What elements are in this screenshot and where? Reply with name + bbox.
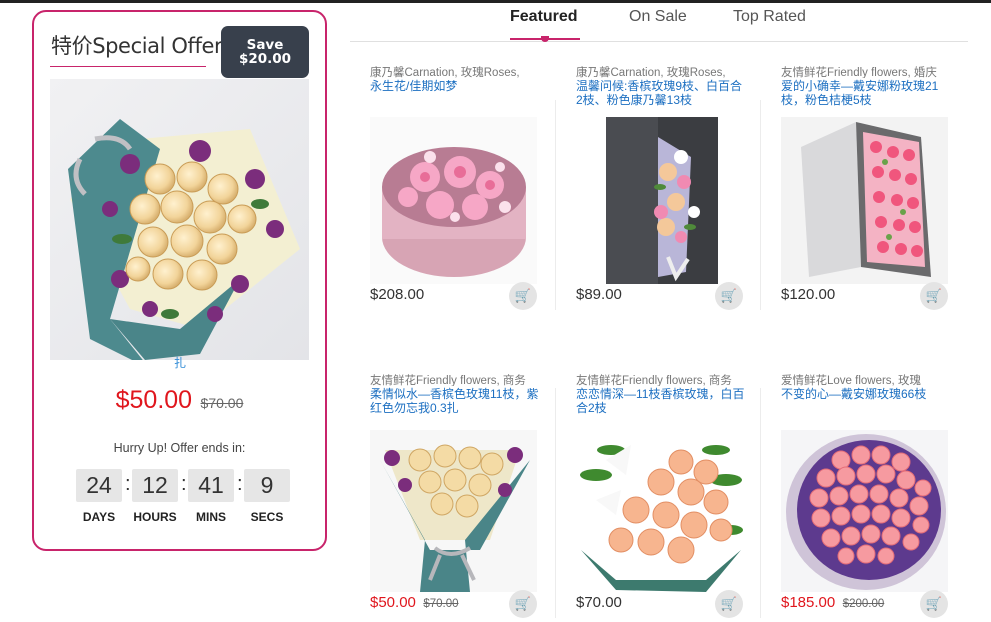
offer-old-price: $70.00	[200, 395, 244, 411]
add-to-cart-button[interactable]: 🛒	[920, 590, 948, 618]
product-image[interactable]	[370, 117, 537, 284]
save-badge-amount: $20.00	[238, 51, 292, 67]
tab-on-sale[interactable]: On Sale	[629, 8, 687, 26]
product-category[interactable]: 友情鲜花Friendly flowers, 商务	[370, 372, 542, 386]
product-price: $70.00	[576, 594, 625, 612]
active-tab-marker	[541, 36, 549, 42]
product-current-price: $89.00	[576, 286, 622, 303]
product-price: $120.00	[781, 286, 838, 304]
add-to-cart-button[interactable]: 🛒	[920, 282, 948, 310]
product-price: $208.00	[370, 286, 427, 304]
product-name[interactable]: 爱的小确幸—戴安娜粉玫瑰21枝，粉色桔梗5枝	[781, 79, 953, 107]
product-current-price: $70.00	[576, 594, 622, 611]
product-image[interactable]	[370, 430, 537, 592]
cart-icon: 🛒	[514, 288, 532, 303]
product-category[interactable]: 康乃馨Carnation, 玫瑰Roses,	[370, 64, 542, 78]
product-price: $50.00 $70.00	[370, 594, 459, 612]
product-current-price: $120.00	[781, 286, 836, 303]
timer-days-label: DAYS	[82, 510, 116, 524]
timer-separator: :	[181, 473, 187, 495]
column-divider	[555, 388, 556, 618]
product-card: 友情鲜花Friendly flowers, 婚庆 爱的小确幸—戴安娜粉玫瑰21枝…	[781, 64, 963, 314]
tab-top-rated[interactable]: Top Rated	[733, 8, 806, 26]
title-underline	[50, 66, 206, 67]
add-to-cart-button[interactable]: 🛒	[715, 282, 743, 310]
product-name[interactable]: 柔情似水—香槟色玫瑰11枝，紫红色勿忘我0.3扎	[370, 387, 542, 415]
product-image[interactable]	[576, 117, 743, 284]
product-old-price: $70.00	[423, 598, 459, 610]
product-image[interactable]	[576, 430, 743, 592]
product-card: 友情鲜花Friendly flowers, 商务 柔情似水—香槟色玫瑰11枝，紫…	[370, 372, 552, 622]
product-current-price: $185.00	[781, 594, 836, 611]
product-category[interactable]: 康乃馨Carnation, 玫瑰Roses,	[576, 64, 748, 78]
product-tabs: Featured On Sale Top Rated	[350, 0, 968, 42]
countdown-timer: 24 : 12 : 41 : 9 DAYS HOURS MINS SECS	[76, 469, 290, 527]
product-category[interactable]: 友情鲜花Friendly flowers, 婚庆	[781, 64, 953, 78]
timer-hours-value: 12	[132, 469, 178, 502]
timer-mins-value: 41	[188, 469, 234, 502]
cart-icon: 🛒	[925, 596, 943, 611]
timer-secs-value: 9	[244, 469, 290, 502]
cart-icon: 🛒	[720, 288, 738, 303]
cart-icon: 🛒	[720, 596, 738, 611]
product-name[interactable]: 恋恋情深—11枝香槟玫瑰，白百合2枝	[576, 387, 748, 415]
column-divider	[555, 100, 556, 310]
timer-separator: :	[237, 473, 243, 495]
product-image[interactable]	[781, 117, 948, 284]
timer-separator: :	[125, 473, 131, 495]
timer-hours-label: HOURS	[133, 510, 177, 524]
product-card: 爱情鲜花Love flowers, 玫瑰 不变的心—戴安娜玫瑰66枝 $185.…	[781, 372, 963, 622]
timer-mins-label: MINS	[196, 510, 226, 524]
special-offer-card: 特价Special Offer Save $20.00 扎 $50.00 $70…	[32, 10, 327, 551]
offer-current-price: $50.00	[115, 386, 193, 414]
save-badge: Save $20.00	[221, 26, 309, 78]
offer-price: $50.00 $70.00	[34, 386, 325, 415]
offer-product-link[interactable]: 扎	[174, 354, 186, 371]
product-old-price: $200.00	[842, 598, 885, 610]
add-to-cart-button[interactable]: 🛒	[509, 282, 537, 310]
cart-icon: 🛒	[925, 288, 943, 303]
tab-featured[interactable]: Featured	[510, 8, 578, 26]
special-offer-title: 特价Special Offer	[51, 34, 223, 58]
save-badge-label: Save	[246, 37, 284, 53]
add-to-cart-button[interactable]: 🛒	[509, 590, 537, 618]
product-name[interactable]: 永生花/佳期如梦	[370, 79, 542, 93]
product-price: $89.00	[576, 286, 625, 304]
offer-hurry-text: Hurry Up! Offer ends in:	[113, 441, 246, 455]
product-current-price: $208.00	[370, 286, 425, 303]
product-price: $185.00 $200.00	[781, 594, 884, 612]
column-divider	[760, 388, 761, 618]
cart-icon: 🛒	[514, 596, 532, 611]
special-offer-image[interactable]	[50, 79, 309, 360]
product-card: 康乃馨Carnation, 玫瑰Roses, 永生花/佳期如梦 $208.00 …	[370, 64, 552, 314]
product-category[interactable]: 爱情鲜花Love flowers, 玫瑰	[781, 372, 953, 386]
add-to-cart-button[interactable]: 🛒	[715, 590, 743, 618]
column-divider	[760, 100, 761, 310]
product-card: 康乃馨Carnation, 玫瑰Roses, 温馨问候:香槟玫瑰9枝、白百合2枝…	[576, 64, 758, 314]
product-current-price: $50.00	[370, 594, 416, 611]
timer-secs-label: SECS	[250, 510, 284, 524]
product-image[interactable]	[781, 430, 948, 592]
timer-days-value: 24	[76, 469, 122, 502]
product-name[interactable]: 温馨问候:香槟玫瑰9枝、白百合2枝、粉色康乃馨13枝	[576, 79, 748, 107]
product-category[interactable]: 友情鲜花Friendly flowers, 商务	[576, 372, 748, 386]
product-card: 友情鲜花Friendly flowers, 商务 恋恋情深—11枝香槟玫瑰，白百…	[576, 372, 758, 622]
product-name[interactable]: 不变的心—戴安娜玫瑰66枝	[781, 387, 953, 401]
